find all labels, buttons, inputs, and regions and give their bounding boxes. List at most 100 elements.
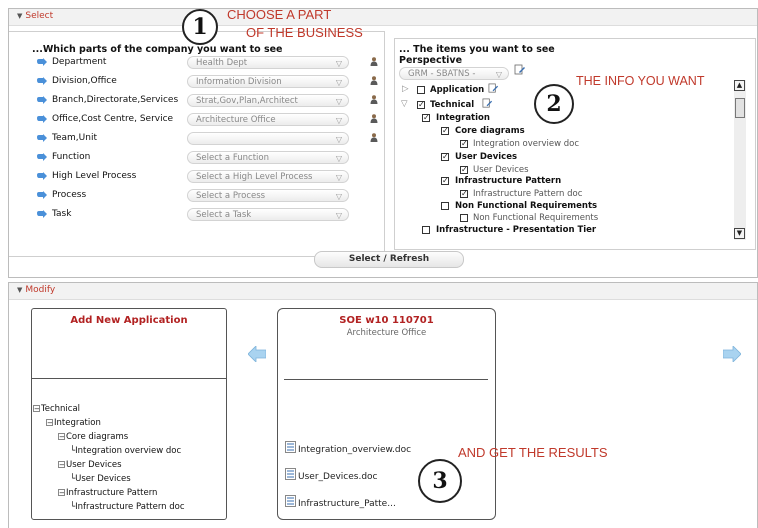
modify-section-title[interactable]: ▼ Modify	[17, 285, 55, 295]
modify-section-header[interactable]	[9, 283, 757, 300]
filter-dropdown[interactable]: Select a High Level Process ▽	[187, 170, 349, 183]
tree-leaf-integration-overview[interactable]: └Integration overview doc	[70, 446, 181, 456]
user-devices-checkbox[interactable]: ✓	[441, 153, 449, 161]
filter-dropdown-value: Health Dept	[196, 58, 248, 68]
perspective-label: Perspective	[399, 55, 463, 66]
card-divider	[32, 378, 226, 379]
person-icon[interactable]	[370, 95, 378, 104]
application-checkbox[interactable]	[417, 86, 425, 94]
collapse-icon[interactable]: −	[58, 433, 65, 441]
annotation-choose-line1: CHOOSE A PART	[227, 7, 332, 22]
tree-collapse-icon[interactable]: ▽	[401, 99, 408, 109]
person-icon[interactable]	[370, 114, 378, 123]
tree-node-infrastructure-pattern[interactable]: −Infrastructure Pattern	[58, 488, 157, 498]
user-devices-sub-checkbox[interactable]: ✓	[460, 166, 468, 174]
add-application-title[interactable]: Add New Application	[32, 315, 226, 326]
filter-label: High Level Process	[52, 171, 137, 181]
soe-card[interactable]: SOE w10 110701 Architecture Office	[277, 308, 496, 520]
collapse-icon[interactable]: −	[46, 419, 53, 427]
tree-node-user-devices[interactable]: −User Devices	[58, 460, 122, 470]
non-functional-checkbox[interactable]	[441, 202, 449, 210]
filter-dropdown[interactable]: Health Dept ▽	[187, 56, 349, 69]
tree-node-integration[interactable]: −Integration	[46, 418, 101, 428]
filter-label: Function	[52, 152, 91, 162]
tree-item-integration[interactable]: Integration	[436, 113, 490, 123]
person-icon[interactable]	[370, 76, 378, 85]
tree-leaf-user-devices[interactable]: └User Devices	[70, 474, 131, 484]
infra-presentation-checkbox[interactable]	[422, 226, 430, 234]
filter-label: Team,Unit	[52, 133, 97, 143]
step-1-badge: 1	[182, 9, 218, 45]
filter-label: Process	[52, 190, 87, 200]
tree-item-non-functional-sub[interactable]: Non Functional Requirements	[473, 213, 598, 223]
technical-checkbox[interactable]: ✓	[417, 101, 425, 109]
arrow-right-icon	[37, 134, 47, 142]
non-functional-sub-checkbox[interactable]	[460, 214, 468, 222]
filter-dropdown[interactable]: Strat,Gov,Plan,Architect ▽	[187, 94, 349, 107]
soe-card-subtitle: Architecture Office	[346, 328, 427, 338]
integration-overview-checkbox[interactable]: ✓	[460, 140, 468, 148]
collapse-icon[interactable]: −	[33, 405, 40, 413]
tree-item-infra-presentation[interactable]: Infrastructure - Presentation Tier	[436, 225, 596, 235]
arrow-right-icon	[37, 115, 47, 123]
doc-link-0[interactable]: Integration_overview.doc	[298, 445, 411, 455]
tree-expander-icon[interactable]: ▷	[402, 84, 409, 94]
filter-label: Branch,Directorate,Services	[52, 95, 179, 105]
tree-item-user-devices-sub[interactable]: User Devices	[473, 165, 529, 175]
edit-icon[interactable]	[482, 98, 493, 109]
filter-dropdown[interactable]: Select a Function ▽	[187, 151, 349, 164]
perspective-edit-icon[interactable]	[514, 64, 526, 76]
doc-link-1[interactable]: User_Devices.doc	[298, 472, 378, 482]
integration-checkbox[interactable]: ✓	[422, 114, 430, 122]
filter-dropdown[interactable]: Architecture Office ▽	[187, 113, 349, 126]
collapse-icon[interactable]: −	[58, 461, 65, 469]
tree-item-integration-overview-doc[interactable]: Integration overview doc	[473, 139, 579, 149]
tree-item-technical[interactable]: Technical	[430, 100, 474, 110]
tree-item-user-devices[interactable]: User Devices	[455, 152, 517, 162]
perspective-dropdown[interactable]: GRM - SBATNS - ▽	[399, 67, 509, 80]
annotation-results: AND GET THE RESULTS	[458, 445, 608, 460]
tree-item-infrastructure-pattern[interactable]: Infrastructure Pattern	[455, 176, 561, 186]
arrow-right-icon	[37, 77, 47, 85]
tree-node-core-diagrams[interactable]: −Core diagrams	[58, 432, 128, 442]
filter-dropdown-value: Select a Process	[196, 191, 266, 201]
collapse-caret-icon: ▼	[17, 286, 23, 294]
filter-dropdown[interactable]: Information Division ▽	[187, 75, 349, 88]
soe-card-title[interactable]: SOE w10 110701	[278, 315, 495, 326]
filter-dropdown[interactable]: ▽	[187, 132, 349, 145]
filter-label: Task	[52, 209, 72, 219]
filter-label: Office,Cost Centre, Service	[52, 114, 174, 124]
org-filter-heading: ...Which parts of the company you want t…	[32, 44, 283, 55]
arrow-right-icon[interactable]	[723, 346, 741, 362]
scroll-thumb[interactable]	[735, 98, 745, 118]
document-icon	[285, 441, 296, 453]
select-section-title[interactable]: ▼ Select	[17, 11, 53, 21]
person-icon[interactable]	[370, 133, 378, 142]
collapse-icon[interactable]: −	[58, 489, 65, 497]
items-heading: ... The items you want to see	[399, 44, 555, 55]
select-section-header[interactable]	[9, 9, 757, 26]
annotation-choose-line2: OF THE BUSINESS	[246, 25, 363, 40]
scroll-up-button[interactable]: ▲	[734, 80, 745, 91]
scroll-down-button[interactable]: ▼	[734, 228, 745, 239]
tree-item-infrastructure-pattern-doc[interactable]: Infrastructure Pattern doc	[473, 189, 582, 199]
filter-dropdown-value: Architecture Office	[196, 115, 276, 125]
chevron-down-icon: ▽	[335, 192, 342, 201]
tree-node-technical[interactable]: −Technical	[33, 404, 80, 414]
tree-item-application[interactable]: Application	[430, 85, 484, 95]
filter-dropdown[interactable]: Select a Task ▽	[187, 208, 349, 221]
infrastructure-pattern-checkbox[interactable]: ✓	[441, 177, 449, 185]
items-scrollbar[interactable]: ▲ ▼	[734, 80, 746, 240]
edit-icon[interactable]	[488, 83, 499, 94]
person-icon[interactable]	[370, 57, 378, 66]
select-refresh-button[interactable]: Select / Refresh	[314, 251, 464, 268]
arrow-left-icon[interactable]	[248, 346, 266, 362]
tree-item-core-diagrams[interactable]: Core diagrams	[455, 126, 525, 136]
filter-dropdown[interactable]: Select a Process ▽	[187, 189, 349, 202]
infrastructure-pattern-doc-checkbox[interactable]: ✓	[460, 190, 468, 198]
chevron-down-icon: ▽	[335, 154, 342, 163]
doc-link-2[interactable]: Infrastructure_Patte...	[298, 499, 396, 509]
tree-leaf-infrastructure-pattern-doc[interactable]: └Infrastructure Pattern doc	[70, 502, 185, 512]
core-diagrams-checkbox[interactable]: ✓	[441, 127, 449, 135]
tree-item-non-functional[interactable]: Non Functional Requirements	[455, 201, 597, 211]
